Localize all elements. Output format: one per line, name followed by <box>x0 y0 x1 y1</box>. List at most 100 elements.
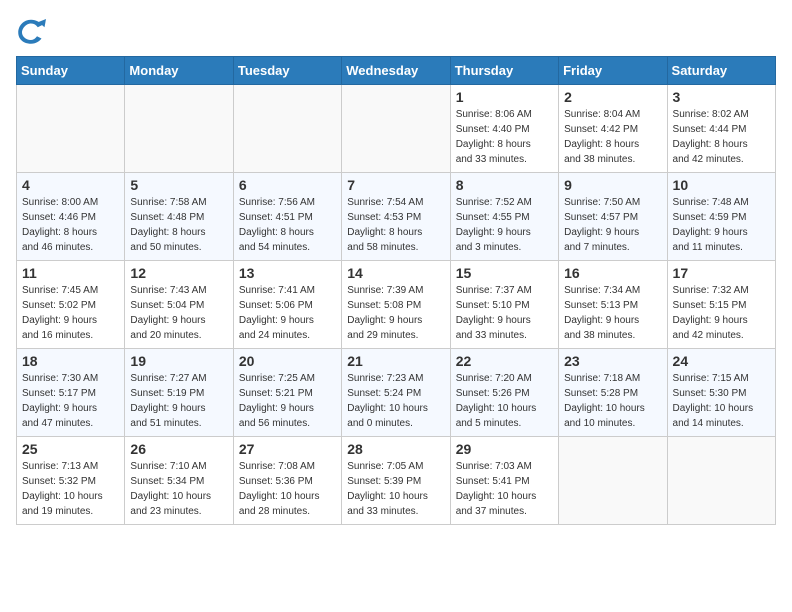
calendar-cell: 5 Sunrise: 7:58 AM Sunset: 4:48 PM Daylig… <box>125 173 233 261</box>
day-detail: Sunrise: 7:08 AM Sunset: 5:36 PM Dayligh… <box>239 459 336 519</box>
day-detail: Sunrise: 7:13 AM Sunset: 5:32 PM Dayligh… <box>22 459 119 519</box>
day-detail: Sunrise: 7:03 AM Sunset: 5:41 PM Dayligh… <box>456 459 553 519</box>
calendar-header: SundayMondayTuesdayWednesdayThursdayFrid… <box>17 57 776 85</box>
day-detail: Sunrise: 8:06 AM Sunset: 4:40 PM Dayligh… <box>456 107 553 167</box>
calendar-week-4: 25 Sunrise: 7:13 AM Sunset: 5:32 PM Dayli… <box>17 437 776 525</box>
calendar-week-3: 18 Sunrise: 7:30 AM Sunset: 5:17 PM Dayli… <box>17 349 776 437</box>
calendar-cell: 17Sunrise: 7:32 AM Sunset: 5:15 PM Dayli… <box>667 261 775 349</box>
calendar-cell: 7 Sunrise: 7:54 AM Sunset: 4:53 PM Daylig… <box>342 173 450 261</box>
day-number: 11 <box>22 265 119 281</box>
day-detail: Sunrise: 7:05 AM Sunset: 5:39 PM Dayligh… <box>347 459 444 519</box>
day-number: 19 <box>130 353 227 369</box>
day-detail: Sunrise: 7:10 AM Sunset: 5:34 PM Dayligh… <box>130 459 227 519</box>
day-number: 26 <box>130 441 227 457</box>
day-detail: Sunrise: 7:30 AM Sunset: 5:17 PM Dayligh… <box>22 371 119 431</box>
calendar-cell <box>559 437 667 525</box>
day-detail: Sunrise: 7:41 AM Sunset: 5:06 PM Dayligh… <box>239 283 336 343</box>
calendar-cell: 9 Sunrise: 7:50 AM Sunset: 4:57 PM Daylig… <box>559 173 667 261</box>
logo <box>16 16 50 46</box>
day-detail: Sunrise: 7:15 AM Sunset: 5:30 PM Dayligh… <box>673 371 770 431</box>
calendar-cell: 2 Sunrise: 8:04 AM Sunset: 4:42 PM Daylig… <box>559 85 667 173</box>
calendar-cell: 18 Sunrise: 7:30 AM Sunset: 5:17 PM Dayli… <box>17 349 125 437</box>
calendar-table: SundayMondayTuesdayWednesdayThursdayFrid… <box>16 56 776 525</box>
calendar-cell: 3 Sunrise: 8:02 AM Sunset: 4:44 PM Daylig… <box>667 85 775 173</box>
calendar-week-0: 1 Sunrise: 8:06 AM Sunset: 4:40 PM Daylig… <box>17 85 776 173</box>
day-number: 21 <box>347 353 444 369</box>
day-detail: Sunrise: 7:23 AM Sunset: 5:24 PM Dayligh… <box>347 371 444 431</box>
day-number: 24 <box>673 353 770 369</box>
day-number: 7 <box>347 177 444 193</box>
day-detail: Sunrise: 8:04 AM Sunset: 4:42 PM Dayligh… <box>564 107 661 167</box>
calendar-cell: 25 Sunrise: 7:13 AM Sunset: 5:32 PM Dayli… <box>17 437 125 525</box>
calendar-cell: 22 Sunrise: 7:20 AM Sunset: 5:26 PM Dayli… <box>450 349 558 437</box>
weekday-header-friday: Friday <box>559 57 667 85</box>
day-number: 5 <box>130 177 227 193</box>
calendar-week-2: 11 Sunrise: 7:45 AM Sunset: 5:02 PM Dayli… <box>17 261 776 349</box>
day-number: 16 <box>564 265 661 281</box>
day-detail: Sunrise: 7:20 AM Sunset: 5:26 PM Dayligh… <box>456 371 553 431</box>
calendar-cell: 6 Sunrise: 7:56 AM Sunset: 4:51 PM Daylig… <box>233 173 341 261</box>
day-number: 22 <box>456 353 553 369</box>
calendar-cell: 27 Sunrise: 7:08 AM Sunset: 5:36 PM Dayli… <box>233 437 341 525</box>
day-number: 28 <box>347 441 444 457</box>
day-number: 20 <box>239 353 336 369</box>
day-detail: Sunrise: 7:58 AM Sunset: 4:48 PM Dayligh… <box>130 195 227 255</box>
day-detail: Sunrise: 7:39 AM Sunset: 5:08 PM Dayligh… <box>347 283 444 343</box>
weekday-header-sunday: Sunday <box>17 57 125 85</box>
day-detail: Sunrise: 7:56 AM Sunset: 4:51 PM Dayligh… <box>239 195 336 255</box>
calendar-cell: 10Sunrise: 7:48 AM Sunset: 4:59 PM Dayli… <box>667 173 775 261</box>
day-detail: Sunrise: 7:45 AM Sunset: 5:02 PM Dayligh… <box>22 283 119 343</box>
calendar-cell <box>667 437 775 525</box>
calendar-cell: 13 Sunrise: 7:41 AM Sunset: 5:06 PM Dayli… <box>233 261 341 349</box>
calendar-cell: 20 Sunrise: 7:25 AM Sunset: 5:21 PM Dayli… <box>233 349 341 437</box>
calendar-cell <box>17 85 125 173</box>
weekday-header-wednesday: Wednesday <box>342 57 450 85</box>
logo-icon <box>16 16 46 46</box>
day-number: 13 <box>239 265 336 281</box>
calendar-cell: 4 Sunrise: 8:00 AM Sunset: 4:46 PM Daylig… <box>17 173 125 261</box>
day-number: 3 <box>673 89 770 105</box>
day-detail: Sunrise: 7:48 AM Sunset: 4:59 PM Dayligh… <box>673 195 770 255</box>
day-number: 17 <box>673 265 770 281</box>
day-number: 25 <box>22 441 119 457</box>
calendar-cell: 21 Sunrise: 7:23 AM Sunset: 5:24 PM Dayli… <box>342 349 450 437</box>
day-number: 2 <box>564 89 661 105</box>
day-detail: Sunrise: 7:52 AM Sunset: 4:55 PM Dayligh… <box>456 195 553 255</box>
calendar-cell: 12Sunrise: 7:43 AM Sunset: 5:04 PM Dayli… <box>125 261 233 349</box>
calendar-cell: 16Sunrise: 7:34 AM Sunset: 5:13 PM Dayli… <box>559 261 667 349</box>
day-detail: Sunrise: 7:50 AM Sunset: 4:57 PM Dayligh… <box>564 195 661 255</box>
day-number: 1 <box>456 89 553 105</box>
weekday-header-thursday: Thursday <box>450 57 558 85</box>
day-number: 14 <box>347 265 444 281</box>
day-detail: Sunrise: 7:25 AM Sunset: 5:21 PM Dayligh… <box>239 371 336 431</box>
day-number: 8 <box>456 177 553 193</box>
day-number: 4 <box>22 177 119 193</box>
day-number: 29 <box>456 441 553 457</box>
weekday-header-tuesday: Tuesday <box>233 57 341 85</box>
calendar-cell: 8 Sunrise: 7:52 AM Sunset: 4:55 PM Daylig… <box>450 173 558 261</box>
day-number: 9 <box>564 177 661 193</box>
weekday-header-monday: Monday <box>125 57 233 85</box>
calendar-body: 1 Sunrise: 8:06 AM Sunset: 4:40 PM Daylig… <box>17 85 776 525</box>
calendar-cell <box>233 85 341 173</box>
day-detail: Sunrise: 7:37 AM Sunset: 5:10 PM Dayligh… <box>456 283 553 343</box>
calendar-cell: 19Sunrise: 7:27 AM Sunset: 5:19 PM Dayli… <box>125 349 233 437</box>
day-number: 27 <box>239 441 336 457</box>
weekday-header-saturday: Saturday <box>667 57 775 85</box>
calendar-cell: 26 Sunrise: 7:10 AM Sunset: 5:34 PM Dayli… <box>125 437 233 525</box>
calendar-cell: 14 Sunrise: 7:39 AM Sunset: 5:08 PM Dayli… <box>342 261 450 349</box>
day-detail: Sunrise: 7:18 AM Sunset: 5:28 PM Dayligh… <box>564 371 661 431</box>
day-detail: Sunrise: 8:02 AM Sunset: 4:44 PM Dayligh… <box>673 107 770 167</box>
day-number: 12 <box>130 265 227 281</box>
day-detail: Sunrise: 8:00 AM Sunset: 4:46 PM Dayligh… <box>22 195 119 255</box>
day-detail: Sunrise: 7:54 AM Sunset: 4:53 PM Dayligh… <box>347 195 444 255</box>
calendar-cell: 11 Sunrise: 7:45 AM Sunset: 5:02 PM Dayli… <box>17 261 125 349</box>
day-number: 18 <box>22 353 119 369</box>
calendar-cell: 15Sunrise: 7:37 AM Sunset: 5:10 PM Dayli… <box>450 261 558 349</box>
weekday-header-row: SundayMondayTuesdayWednesdayThursdayFrid… <box>17 57 776 85</box>
page-header <box>16 16 776 46</box>
calendar-cell <box>342 85 450 173</box>
calendar-week-1: 4 Sunrise: 8:00 AM Sunset: 4:46 PM Daylig… <box>17 173 776 261</box>
calendar-cell: 28 Sunrise: 7:05 AM Sunset: 5:39 PM Dayli… <box>342 437 450 525</box>
day-number: 6 <box>239 177 336 193</box>
